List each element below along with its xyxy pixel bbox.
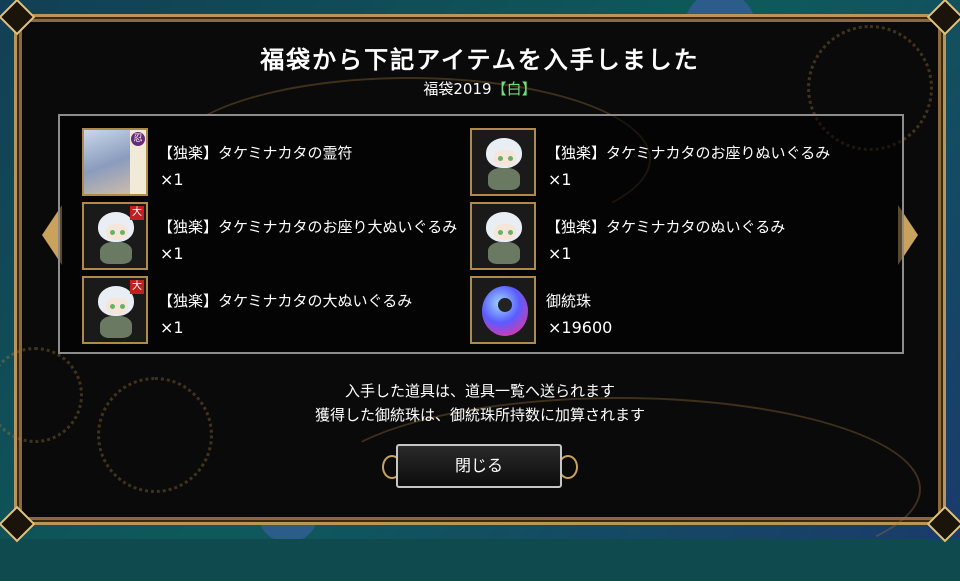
item-name: 【独楽】タケミナカタの霊符 bbox=[158, 144, 353, 162]
obtained-items-panel: 忍 【独楽】タケミナカタの霊符 ×1 【独楽】タケミナカタのお座りぬいぐるみ ×… bbox=[58, 114, 904, 354]
list-item[interactable]: 【独楽】タケミナカタのお座りぬいぐるみ ×1 bbox=[470, 128, 850, 198]
item-quantity: ×1 bbox=[548, 170, 572, 189]
dialog-title: 福袋から下記アイテムを入手しました bbox=[260, 45, 700, 74]
plush-doll-large-icon: 大 bbox=[82, 276, 148, 344]
dialog-subtitle: 福袋2019【白】 bbox=[0, 78, 960, 99]
lucky-bag-type: 【白】 bbox=[491, 80, 537, 98]
item-quantity: ×1 bbox=[160, 170, 184, 189]
card-type-badge: 忍 bbox=[131, 132, 145, 146]
magatama-orb-icon bbox=[470, 276, 536, 344]
item-name: 【独楽】タケミナカタのお座り大ぬいぐるみ bbox=[158, 218, 458, 236]
item-quantity: ×1 bbox=[548, 244, 572, 263]
plush-doll-icon bbox=[470, 202, 536, 270]
item-quantity: ×1 bbox=[160, 318, 184, 337]
item-name: 【独楽】タケミナカタのお座りぬいぐるみ bbox=[546, 144, 831, 162]
list-item[interactable]: 【独楽】タケミナカタのぬいぐるみ ×1 bbox=[470, 202, 850, 272]
talisman-card-icon: 忍 bbox=[82, 128, 148, 196]
list-item[interactable]: 御統珠 ×19600 bbox=[470, 276, 850, 346]
info-line-orbs-added: 獲得した御統珠は、御統珠所持数に加算されます bbox=[314, 406, 645, 424]
info-line-items-sent: 入手した道具は、道具一覧へ送られます bbox=[344, 382, 615, 400]
item-name: 御統珠 bbox=[546, 292, 592, 310]
large-size-badge: 大 bbox=[130, 280, 144, 294]
list-item[interactable]: 大 【独楽】タケミナカタのお座り大ぬいぐるみ ×1 bbox=[82, 202, 462, 272]
lucky-bag-name: 福袋2019 bbox=[423, 80, 492, 98]
list-item[interactable]: 忍 【独楽】タケミナカタの霊符 ×1 bbox=[82, 128, 462, 198]
item-name: 【独楽】タケミナカタの大ぬいぐるみ bbox=[158, 292, 413, 310]
item-name: 【独楽】タケミナカタのぬいぐるみ bbox=[546, 218, 786, 236]
item-quantity: ×1 bbox=[160, 244, 184, 263]
item-quantity: ×19600 bbox=[548, 318, 613, 337]
list-item[interactable]: 大 【独楽】タケミナカタの大ぬいぐるみ ×1 bbox=[82, 276, 462, 346]
close-button[interactable]: 閉じる bbox=[396, 444, 562, 488]
large-size-badge: 大 bbox=[130, 206, 144, 220]
plush-doll-icon bbox=[470, 128, 536, 196]
plush-doll-large-icon: 大 bbox=[82, 202, 148, 270]
